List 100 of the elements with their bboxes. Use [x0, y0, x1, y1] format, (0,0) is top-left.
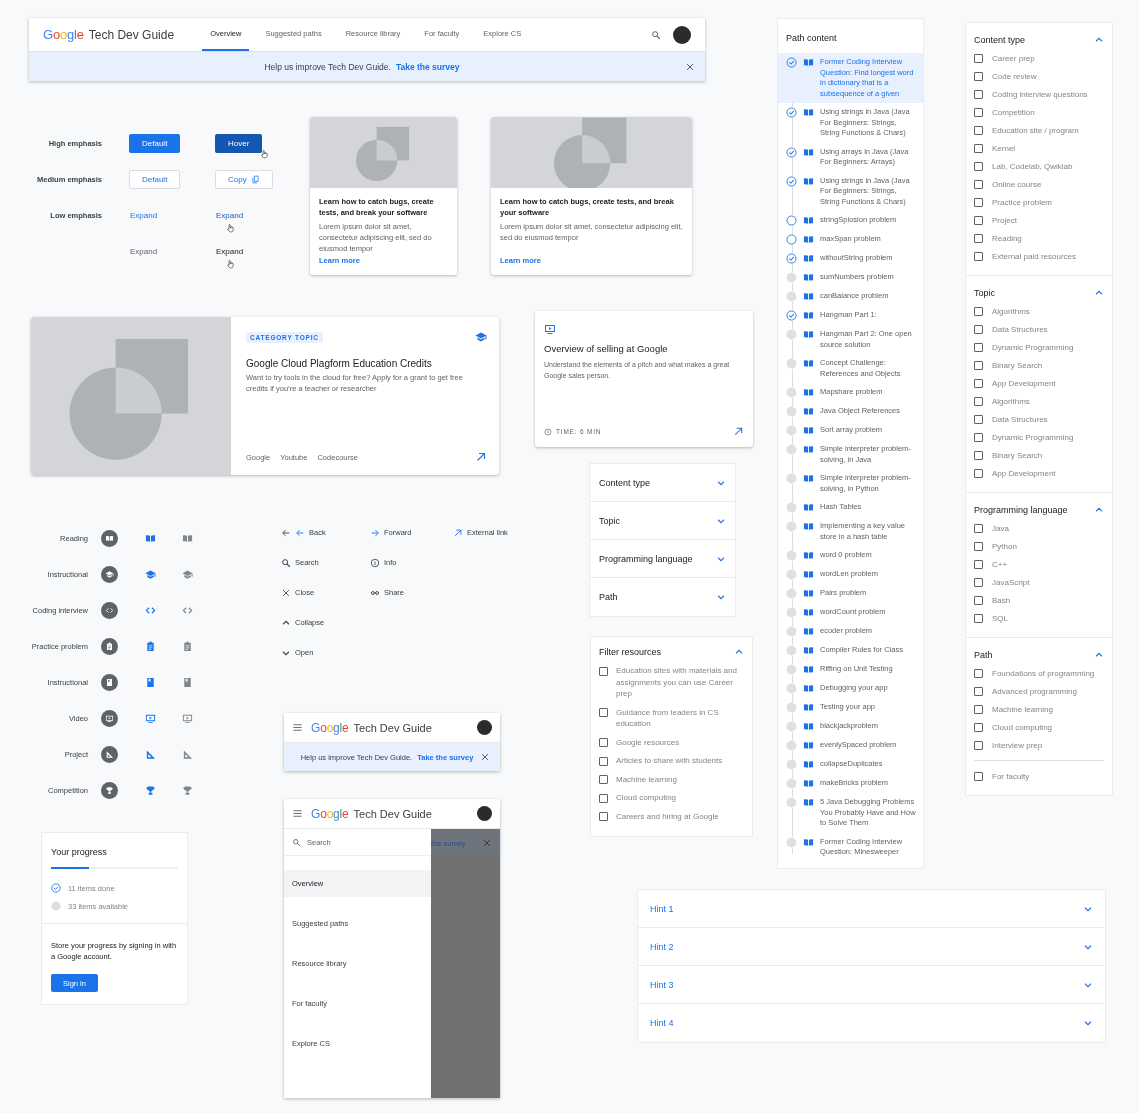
check-circle-icon — [786, 253, 797, 264]
panel-title: Path content — [785, 32, 838, 45]
checkbox[interactable] — [599, 756, 608, 766]
checkbox[interactable] — [974, 125, 983, 135]
checkbox[interactable] — [599, 738, 608, 747]
checkbox[interactable] — [974, 704, 983, 714]
close-icon[interactable] — [482, 838, 492, 848]
button[interactable]: Default — [129, 170, 181, 189]
checkbox[interactable] — [974, 378, 983, 388]
book-icon — [181, 532, 193, 544]
google-logo[interactable]: Google — [311, 720, 349, 735]
card-title: Google Cloud Plagform Education Credits — [246, 358, 433, 369]
chevron-up-icon — [1094, 505, 1104, 515]
option-label: Guidance from leaders in CS education — [616, 706, 720, 730]
book-icon — [803, 57, 814, 68]
round-trophy-icon — [101, 781, 118, 799]
button[interactable]: Copy — [215, 170, 273, 189]
checkbox[interactable] — [974, 89, 983, 99]
checkbox[interactable] — [974, 215, 983, 225]
checkbox[interactable] — [974, 71, 983, 81]
external-link-icon[interactable] — [733, 426, 744, 437]
checkbox[interactable] — [974, 595, 983, 605]
checkbox[interactable] — [974, 722, 983, 732]
filter-header[interactable]: Content type — [974, 35, 1104, 45]
checkbox[interactable] — [974, 740, 983, 750]
menu-icon[interactable] — [292, 722, 303, 733]
avatar[interactable] — [477, 806, 492, 821]
pointer-cursor-icon — [226, 224, 236, 233]
checkbox[interactable] — [974, 107, 983, 117]
checkbox[interactable] — [974, 559, 983, 569]
checkbox[interactable] — [974, 324, 983, 334]
search-icon[interactable] — [651, 29, 661, 40]
checkbox[interactable] — [974, 360, 983, 370]
checkbox[interactable] — [974, 771, 983, 781]
option-label: Data Structures — [992, 324, 1048, 334]
book-icon — [803, 234, 814, 245]
external-link-icon[interactable] — [475, 451, 487, 463]
option-label: Data Structures — [992, 414, 1048, 424]
checkbox[interactable] — [974, 143, 983, 153]
book-icon — [803, 626, 814, 637]
book-icon — [803, 836, 814, 848]
checkbox[interactable] — [974, 179, 983, 189]
checkbox[interactable] — [974, 342, 983, 352]
book-icon — [803, 146, 814, 158]
google-logo[interactable]: Google — [43, 27, 84, 42]
text-button[interactable]: Expand — [215, 206, 245, 225]
button[interactable]: Default — [129, 134, 181, 153]
text-button[interactable]: Expand — [129, 242, 159, 261]
checkbox[interactable] — [974, 577, 983, 587]
checkbox[interactable] — [974, 396, 983, 406]
video-icon — [144, 712, 156, 724]
check-circle-icon — [786, 146, 797, 158]
checkbox[interactable] — [599, 666, 608, 676]
filter-header[interactable]: Topic — [974, 288, 1104, 298]
round-graduation-cap-icon — [101, 565, 118, 583]
close-icon[interactable] — [685, 61, 695, 72]
code-icon — [181, 604, 193, 616]
avatar[interactable] — [477, 720, 492, 735]
checkbox[interactable] — [599, 775, 608, 784]
checkbox[interactable] — [974, 306, 983, 316]
checkbox[interactable] — [599, 708, 608, 717]
option-label: Binary Search — [992, 360, 1043, 370]
survey-link[interactable]: Take the survey — [395, 61, 460, 72]
checkbox[interactable] — [974, 686, 983, 696]
checkbox[interactable] — [974, 414, 983, 424]
checkbox[interactable] — [974, 432, 983, 442]
checkbox[interactable] — [974, 197, 983, 207]
checkbox[interactable] — [974, 668, 983, 678]
checkbox[interactable] — [974, 233, 983, 243]
option-label: Interview prep — [992, 740, 1043, 750]
arrow-left-icon — [281, 527, 291, 538]
book-icon — [803, 683, 814, 694]
filter-header[interactable]: Path — [974, 650, 1104, 660]
filter-header[interactable]: Programming language — [974, 505, 1104, 515]
text-button[interactable]: Expand — [129, 206, 159, 225]
chevron-up-icon — [1094, 650, 1104, 660]
menu-icon[interactable] — [292, 808, 303, 819]
book-icon — [803, 473, 814, 484]
option-label: Project — [992, 215, 1017, 225]
checkbox[interactable] — [599, 812, 608, 821]
checkbox[interactable] — [974, 450, 983, 460]
close-icon[interactable] — [480, 752, 490, 762]
checkbox[interactable] — [974, 251, 983, 261]
book-icon — [803, 569, 814, 580]
google-logo[interactable]: Google — [311, 806, 349, 821]
option-label: Education sites with materials and assignments you can use Career prep — [616, 665, 738, 700]
checkbox[interactable] — [974, 161, 983, 171]
filter-header[interactable]: Filter resources — [599, 647, 744, 657]
book-icon — [803, 778, 814, 789]
info-icon — [370, 557, 380, 568]
checkbox[interactable] — [974, 53, 983, 63]
checkbox[interactable] — [974, 613, 983, 623]
checkbox[interactable] — [599, 793, 608, 803]
checkbox[interactable] — [974, 541, 983, 551]
text-button[interactable]: Expand — [215, 242, 245, 261]
option-label: Bash — [992, 595, 1011, 605]
avatar[interactable] — [673, 25, 691, 44]
checkbox[interactable] — [974, 523, 983, 533]
book-icon — [803, 645, 814, 656]
checkbox[interactable] — [974, 468, 983, 478]
